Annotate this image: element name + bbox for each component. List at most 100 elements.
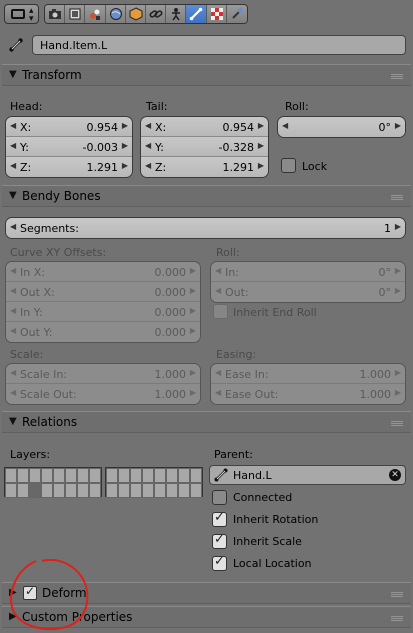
- field-value: 1: [384, 222, 391, 235]
- right-arrow-icon: ▶: [189, 388, 196, 397]
- bone-constraints-tab[interactable]: [206, 5, 227, 23]
- tail-x-field[interactable]: ◀ X: 0.954 ▶: [141, 117, 268, 137]
- layer-toggle[interactable]: [130, 468, 142, 483]
- editor-type-button[interactable]: ▴ ▾: [4, 4, 39, 24]
- layer-toggle[interactable]: [178, 483, 190, 498]
- layer-toggle[interactable]: [65, 483, 77, 498]
- data-tab[interactable]: [166, 5, 187, 23]
- transform-panel-header[interactable]: ▼ Transform: [2, 64, 411, 86]
- inherit-rotation-checkbox[interactable]: [212, 510, 227, 527]
- drag-grip-icon[interactable]: [391, 74, 403, 79]
- relations-panel-header[interactable]: ▼ Relations: [2, 411, 411, 433]
- drag-grip-icon[interactable]: [391, 616, 403, 621]
- field-value: 1.000: [359, 388, 392, 401]
- local-location-checkbox[interactable]: [212, 554, 227, 571]
- layer-toggle-active[interactable]: [29, 483, 41, 498]
- object-tab[interactable]: [125, 5, 146, 23]
- layer-toggle[interactable]: [41, 483, 53, 498]
- layer-toggle[interactable]: [77, 468, 89, 483]
- layer-toggle[interactable]: [106, 468, 118, 483]
- field-key: In X:: [20, 266, 45, 279]
- right-arrow-icon: ▶: [189, 326, 196, 335]
- tail-z-field[interactable]: ◀ Z: 1.291 ▶: [141, 157, 268, 177]
- parent-bone-field[interactable]: Hand.L ✕: [209, 465, 406, 485]
- layer-toggle[interactable]: [29, 468, 41, 483]
- left-arrow-icon: ◀: [10, 141, 17, 150]
- right-arrow-icon: ▶: [121, 161, 128, 170]
- bone-icon: [190, 7, 203, 21]
- head-y-field[interactable]: ◀ Y: -0.003 ▶: [6, 137, 132, 157]
- layer-toggle[interactable]: [89, 468, 101, 483]
- properties-header: ▴ ▾: [0, 0, 413, 28]
- layer-toggle[interactable]: [130, 483, 142, 498]
- layer-toggle[interactable]: [106, 483, 118, 498]
- bone-name-field[interactable]: Hand.Item.L: [32, 35, 406, 55]
- layer-toggle[interactable]: [154, 468, 166, 483]
- constraints-tab[interactable]: [145, 5, 167, 23]
- in-x-field[interactable]: ◀ In X: 0.000 ▶: [6, 262, 200, 282]
- bone-layers-block-2: [105, 467, 203, 498]
- field-key: X:: [155, 121, 167, 134]
- in-y-field[interactable]: ◀ In Y: 0.000 ▶: [6, 302, 200, 322]
- segments-field[interactable]: ◀ Segments: 1 ▶: [6, 218, 405, 238]
- layer-toggle[interactable]: [190, 483, 202, 498]
- inherit-end-roll-checkbox[interactable]: [213, 304, 228, 319]
- layer-toggle[interactable]: [154, 483, 166, 498]
- roll-field[interactable]: ◀ 0° ▶: [278, 117, 405, 137]
- layer-toggle[interactable]: [5, 468, 17, 483]
- object-cube-icon: [129, 7, 143, 21]
- left-arrow-icon: ◀: [10, 306, 17, 315]
- ease-in-field[interactable]: ◀ Ease In: 1.000 ▶: [211, 364, 405, 384]
- drag-grip-icon[interactable]: [391, 592, 403, 597]
- drag-grip-icon[interactable]: [391, 195, 403, 200]
- layer-toggle[interactable]: [17, 468, 29, 483]
- layer-toggle[interactable]: [166, 483, 178, 498]
- head-x-field[interactable]: ◀ X: 0.954 ▶: [6, 117, 132, 137]
- layer-toggle[interactable]: [65, 468, 77, 483]
- roll-in-field[interactable]: ◀ In: 0° ▶: [211, 262, 405, 282]
- layer-toggle[interactable]: [53, 468, 65, 483]
- field-key: Ease In:: [225, 368, 269, 381]
- world-tab[interactable]: [105, 5, 126, 23]
- ease-out-field[interactable]: ◀ Ease Out: 1.000 ▶: [211, 384, 405, 404]
- bone-tab[interactable]: [186, 5, 207, 23]
- render-layers-tab[interactable]: [65, 5, 86, 23]
- layer-toggle[interactable]: [5, 483, 17, 498]
- out-x-field[interactable]: ◀ Out X: 0.000 ▶: [6, 282, 200, 302]
- layer-toggle[interactable]: [17, 483, 29, 498]
- layer-toggle[interactable]: [118, 483, 130, 498]
- layer-toggle[interactable]: [118, 468, 130, 483]
- right-arrow-icon: ▶: [189, 306, 196, 315]
- render-tab[interactable]: [45, 5, 66, 23]
- lock-checkbox[interactable]: [281, 158, 296, 173]
- scale-in-field[interactable]: ◀ Scale In: 1.000 ▶: [6, 364, 200, 384]
- tail-y-field[interactable]: ◀ Y: -0.328 ▶: [141, 137, 268, 157]
- layer-toggle[interactable]: [178, 468, 190, 483]
- field-value: 1.000: [359, 368, 392, 381]
- layer-toggle[interactable]: [89, 483, 101, 498]
- right-arrow-icon: ▶: [189, 368, 196, 377]
- layer-toggle[interactable]: [166, 468, 178, 483]
- out-y-field[interactable]: ◀ Out Y: 0.000 ▶: [6, 322, 200, 342]
- layer-toggle[interactable]: [41, 468, 53, 483]
- layer-toggle[interactable]: [142, 468, 154, 483]
- field-value: 1.000: [154, 388, 187, 401]
- bendy-bones-panel-header[interactable]: ▼ Bendy Bones: [2, 185, 411, 207]
- inherit-scale-checkbox[interactable]: [212, 532, 227, 549]
- layer-toggle[interactable]: [142, 483, 154, 498]
- right-arrow-icon: ▶: [394, 388, 401, 397]
- left-arrow-icon: ◀: [10, 266, 17, 275]
- drag-grip-icon[interactable]: [391, 421, 403, 426]
- scene-tab[interactable]: [85, 5, 106, 23]
- field-key: Out:: [225, 286, 249, 299]
- roll-out-field[interactable]: ◀ Out: 0° ▶: [211, 282, 405, 302]
- connected-checkbox[interactable]: [212, 490, 227, 505]
- clear-x-icon[interactable]: ✕: [389, 469, 401, 481]
- head-z-field[interactable]: ◀ Z: 1.291 ▶: [6, 157, 132, 177]
- layer-toggle[interactable]: [190, 468, 202, 483]
- particles-tab[interactable]: [226, 5, 247, 23]
- layer-toggle[interactable]: [53, 483, 65, 498]
- scale-out-field[interactable]: ◀ Scale Out: 1.000 ▶: [6, 384, 200, 404]
- roll-label: Roll:: [285, 100, 309, 113]
- layer-toggle[interactable]: [77, 483, 89, 498]
